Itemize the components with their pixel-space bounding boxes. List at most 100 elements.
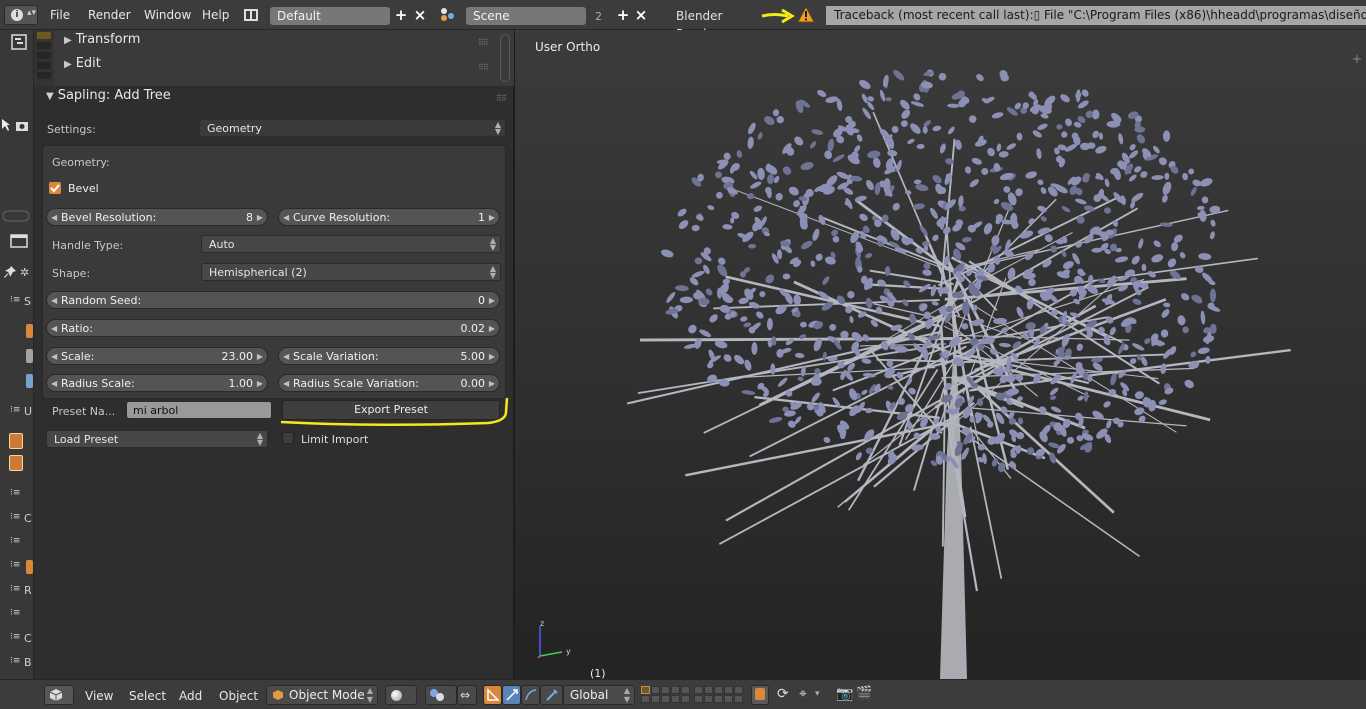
tree-leaf	[1025, 322, 1036, 330]
tree-leaf	[1131, 255, 1140, 265]
orientation-select[interactable]: Global ▲ ▼	[563, 685, 635, 705]
render-engine-select[interactable]: Blender Render	[668, 7, 758, 41]
tree-leaf	[1151, 254, 1164, 263]
tree-leaf	[849, 316, 854, 324]
updown-arrow-icon: ▲ ▼	[366, 686, 373, 704]
settings-dropdown[interactable]: Geometry ▲ ▼	[199, 119, 506, 137]
tree-leaf	[782, 166, 792, 175]
pin-icon[interactable]	[3, 265, 17, 279]
tree-leaf	[1158, 399, 1167, 405]
lock-toggle[interactable]	[751, 685, 769, 705]
random-seed-value: 0	[478, 294, 485, 307]
proportional-edit-icon[interactable]: ⟳	[777, 686, 793, 703]
remove-scene-button[interactable]: ×	[634, 8, 648, 23]
snap-icon[interactable]: ⌖	[799, 686, 815, 703]
radius-scale-field[interactable]: ◀ Radius Scale: 1.00 ▶	[46, 374, 268, 392]
tree-leaf	[1205, 355, 1211, 364]
tree-leaf	[1075, 241, 1082, 248]
preset-name-input[interactable]: mi arbol	[126, 401, 272, 419]
bevel-resolution-field[interactable]: ◀ Bevel Resolution: 8 ▶	[46, 208, 268, 226]
ratio-field[interactable]: ◀ Ratio: 0.02 ▶	[46, 319, 500, 337]
settings-value: Geometry	[207, 122, 262, 135]
curve-resolution-field[interactable]: ◀ Curve Resolution: 1 ▶	[278, 208, 500, 226]
tree-leaf	[865, 179, 874, 191]
toggle-icon[interactable]	[9, 433, 23, 449]
tree-model[interactable]	[515, 30, 1366, 679]
tree-leaf	[1179, 252, 1186, 259]
tree-leaf	[1083, 205, 1095, 212]
render-icon[interactable]: 🎬	[856, 686, 872, 703]
scene-data-icon	[26, 374, 33, 388]
shading-select[interactable]	[385, 685, 417, 705]
3d-viewport[interactable]: User Ortho + z y (1)	[515, 30, 1366, 679]
tree-leaf	[1129, 143, 1136, 151]
cursor-icon[interactable]	[1, 118, 11, 132]
menu-help[interactable]: Help	[202, 8, 229, 22]
shape-dropdown[interactable]: Hemispherical (2) ▲ ▼	[201, 263, 501, 281]
panel-transform[interactable]: ▶ Transform	[64, 32, 140, 56]
bevel-checkbox[interactable]	[49, 182, 61, 194]
tree-leaf	[1199, 209, 1207, 222]
camera-icon[interactable]	[15, 120, 29, 132]
editor-type-3dview-button[interactable]	[44, 685, 74, 705]
editor-type-button[interactable]: i ▴▾	[4, 5, 38, 25]
layers-icon[interactable]	[641, 686, 690, 703]
tree-leaf	[1128, 174, 1137, 182]
manipulator-toggle[interactable]: ⇔	[457, 685, 477, 705]
tree-leaf	[688, 324, 697, 334]
chevron-down-icon[interactable]: ▾	[815, 689, 831, 706]
translate-toggle[interactable]	[483, 685, 502, 705]
arrow-left-icon: ◀	[51, 352, 58, 361]
menu-file[interactable]: File	[50, 8, 70, 22]
scene-icon[interactable]	[441, 8, 459, 22]
menu-select[interactable]: Select	[129, 689, 166, 703]
tree-leaf	[736, 150, 743, 158]
menu-add[interactable]: Add	[179, 689, 202, 703]
load-preset-dropdown[interactable]: Load Preset ▲ ▼	[46, 430, 268, 448]
tree-leaf	[1109, 327, 1116, 336]
scroll-toggle[interactable]	[2, 210, 32, 222]
random-seed-field[interactable]: ◀ Random Seed: 0 ▶	[46, 291, 500, 309]
menu-view[interactable]: View	[85, 689, 113, 703]
tree-leaf	[891, 125, 899, 134]
toggle-icon[interactable]	[9, 455, 23, 471]
view3d-icon[interactable]	[10, 233, 28, 249]
error-report-text[interactable]: Traceback (most recent call last):▯ File…	[826, 6, 1366, 25]
tree-expand-icon: ⁝≡	[10, 512, 21, 522]
mode-select[interactable]: Object Mode ▲ ▼	[266, 685, 378, 705]
handle-type-dropdown[interactable]: Auto ▲ ▼	[201, 235, 501, 253]
camera-icon[interactable]: 📷	[836, 686, 853, 703]
scale-field[interactable]: ◀ Scale: 23.00 ▶	[46, 347, 268, 365]
rotate-toggle[interactable]	[502, 685, 521, 705]
screen-layout-field[interactable]: Default	[270, 7, 390, 25]
panel-edit[interactable]: ▶ Edit	[64, 56, 101, 80]
drag-grip-icon[interactable]: ⠿⠿	[478, 63, 489, 72]
tree-leaf	[932, 234, 939, 242]
tree-leaf	[867, 96, 875, 102]
radius-scale-variation-field[interactable]: ◀ Radius Scale Variation: 0.00 ▶	[278, 374, 500, 392]
tree-leaf	[1153, 240, 1161, 248]
operator-panel-header[interactable]: ▼ Sapling: Add Tree ⠿⠿	[38, 88, 510, 110]
drag-grip-icon[interactable]: ⠿⠿	[496, 94, 507, 103]
scene-field[interactable]: Scene	[466, 7, 586, 25]
panel-scrollbar[interactable]	[500, 34, 510, 82]
add-layout-button[interactable]: +	[394, 8, 408, 23]
scale-variation-field[interactable]: ◀ Scale Variation: 5.00 ▶	[278, 347, 500, 365]
outliner-icon[interactable]	[11, 34, 27, 50]
layout-icon[interactable]	[244, 9, 258, 21]
pivot-select[interactable]	[425, 685, 457, 705]
menu-window[interactable]: Window	[144, 8, 191, 22]
tree-leaf	[991, 112, 1004, 119]
tree-leaf	[1162, 130, 1171, 142]
limit-import-checkbox[interactable]	[282, 432, 294, 444]
add-scene-button[interactable]: +	[616, 8, 630, 23]
drag-grip-icon[interactable]: ⠿⠿	[478, 38, 489, 47]
menu-render[interactable]: Render	[88, 8, 131, 22]
menu-object[interactable]: Object	[219, 689, 258, 703]
remove-layout-button[interactable]: ×	[413, 8, 427, 23]
edit-icon-toggle[interactable]	[540, 685, 563, 705]
tree-leaf	[1163, 302, 1171, 308]
tree-leaf	[1103, 207, 1112, 214]
scale-toggle[interactable]	[521, 685, 540, 705]
layers-icon-2[interactable]	[694, 686, 743, 703]
